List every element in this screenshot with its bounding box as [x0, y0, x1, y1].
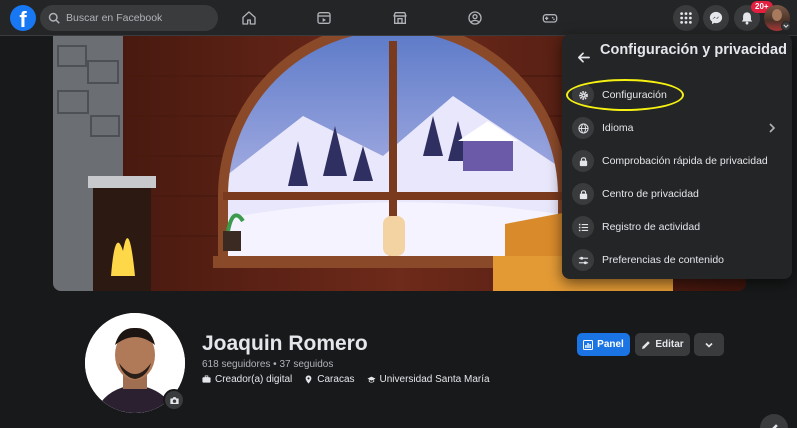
bar-chart-icon: [583, 339, 594, 350]
menu-title: Configuración y privacidad: [600, 42, 787, 58]
floating-edit-button[interactable]: [760, 414, 788, 428]
account-caret[interactable]: [781, 21, 791, 31]
settings-privacy-menu: Configuración y privacidad Configuración…: [562, 34, 792, 279]
nav-gaming-button[interactable]: [540, 8, 560, 28]
nav-groups-button[interactable]: [465, 8, 485, 28]
menu-item-icon-wrap: [572, 249, 594, 271]
menu-item-privacy-checkup[interactable]: Comprobación rápida de privacidad: [568, 146, 786, 176]
nav-marketplace-button[interactable]: [390, 8, 410, 28]
menu-item-icon-wrap: [572, 216, 594, 238]
menu-item-idioma[interactable]: Idioma: [568, 113, 786, 143]
menu-button[interactable]: [673, 5, 699, 31]
profile-role: Creador(a) digital: [215, 374, 293, 385]
home-icon: [242, 11, 256, 25]
edit-label: Editar: [655, 339, 684, 350]
menu-item-content-preferences[interactable]: Preferencias de contenido: [568, 245, 786, 275]
video-icon: [317, 12, 331, 24]
sliders-icon: [578, 256, 588, 264]
change-profile-photo-button[interactable]: [163, 389, 185, 411]
menu-item-label: Idioma: [602, 122, 634, 134]
menu-item-icon-wrap: [572, 84, 594, 106]
menu-item-label: Comprobación rápida de privacidad: [602, 155, 768, 167]
gear-icon: [578, 90, 588, 100]
nav-home-button[interactable]: [239, 8, 259, 28]
menu-item-configuracion[interactable]: Configuración: [568, 80, 786, 110]
camera-icon: [169, 396, 179, 404]
graduation-cap-icon: [366, 376, 376, 383]
profile-name: Joaquin Romero: [202, 332, 368, 355]
profile-meta: Creador(a) digital Caracas Universidad S…: [202, 374, 490, 385]
messenger-button[interactable]: [703, 5, 729, 31]
messenger-icon: [709, 11, 723, 25]
profile-city[interactable]: Caracas: [317, 374, 354, 385]
menu-item-icon-wrap: [572, 150, 594, 172]
nav-video-button[interactable]: [314, 8, 334, 28]
bell-icon: [741, 12, 753, 25]
gaming-icon: [542, 14, 558, 23]
arrow-left-icon: [577, 51, 590, 63]
menu-item-label: Registro de actividad: [602, 221, 701, 233]
search-box[interactable]: [40, 5, 218, 31]
menu-item-label: Centro de privacidad: [602, 188, 699, 200]
lock-icon: [579, 156, 587, 166]
globe-icon: [577, 122, 589, 134]
marketplace-icon: [393, 12, 407, 24]
more-options-button[interactable]: [694, 333, 724, 356]
chevron-down-icon: [705, 342, 713, 348]
menu-item-privacy-center[interactable]: Centro de privacidad: [568, 179, 786, 209]
search-input[interactable]: [66, 12, 206, 24]
top-navigation-bar: f 20+: [0, 0, 797, 36]
briefcase-icon: [202, 375, 211, 383]
panel-button[interactable]: Panel: [577, 333, 630, 356]
chevron-down-icon: [783, 24, 789, 28]
groups-icon: [468, 11, 482, 25]
pencil-icon: [642, 340, 651, 349]
menu-item-label: Preferencias de contenido: [602, 254, 724, 266]
edit-profile-button[interactable]: Editar: [635, 333, 690, 356]
profile-school[interactable]: Universidad Santa María: [380, 374, 490, 385]
lock-icon: [579, 189, 587, 199]
back-button[interactable]: [574, 48, 592, 66]
menu-item-activity-log[interactable]: Registro de actividad: [568, 212, 786, 242]
menu-item-icon-wrap: [572, 117, 594, 139]
list-icon: [578, 223, 588, 231]
compose-icon: [772, 424, 778, 428]
search-icon: [48, 12, 60, 24]
panel-label: Panel: [597, 339, 624, 350]
menu-item-icon-wrap: [572, 183, 594, 205]
facebook-logo[interactable]: f: [10, 5, 36, 31]
menu-item-label: Configuración: [602, 89, 667, 101]
menu-grid-icon: [680, 12, 692, 24]
location-pin-icon: [305, 375, 312, 384]
chevron-right-icon: [769, 123, 776, 133]
followers-count[interactable]: 618 seguidores • 37 seguidos: [202, 359, 333, 370]
